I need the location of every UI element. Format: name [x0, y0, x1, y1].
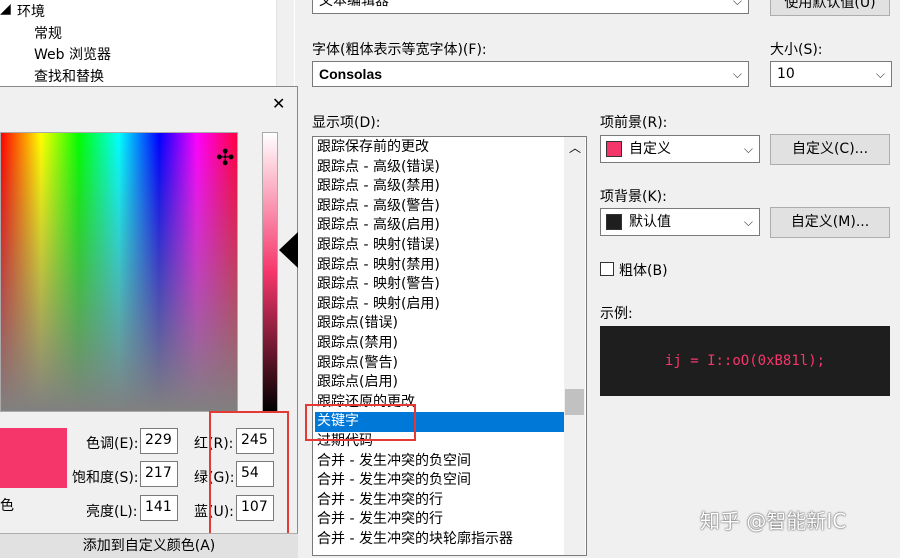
list-item[interactable]: 跟踪点 - 高级(警告) — [317, 197, 563, 217]
list-item[interactable]: 合并 - 发生冲突的行 — [317, 510, 563, 530]
chevron-down-icon: ⌵ — [875, 67, 885, 81]
add-custom-color-button[interactable]: 添加到自定义颜色(A) — [0, 533, 298, 558]
item-background-value: 默认值 — [629, 214, 671, 230]
color-preview-swatch — [0, 428, 67, 488]
saturation-label: 饱和度(S): — [72, 470, 139, 486]
luminance-slider-arrow-icon[interactable] — [279, 232, 298, 268]
tree-item-find-replace[interactable]: 查找和替换 — [34, 66, 104, 86]
list-item[interactable]: 跟踪点 - 映射(错误) — [317, 236, 563, 256]
background-custom-button[interactable]: 自定义(M)... — [770, 207, 890, 238]
scroll-up-icon[interactable]: ︿ — [569, 139, 581, 156]
tree-expander-icon[interactable]: ◢ — [0, 1, 11, 17]
list-item[interactable]: 合并 - 发生冲突的行 — [317, 491, 563, 511]
chevron-down-icon: ⌵ — [743, 142, 753, 156]
bold-checkbox[interactable] — [600, 262, 614, 276]
solid-color-label: 色 — [0, 498, 14, 514]
size-label: 大小(S): — [770, 42, 823, 58]
list-item[interactable]: 跟踪保存前的更改 — [317, 138, 563, 158]
scroll-thumb[interactable] — [565, 389, 584, 415]
list-item[interactable]: 合并 - 发生冲突的负空间 — [317, 452, 563, 472]
close-icon[interactable]: ✕ — [272, 94, 285, 113]
display-items-scrollbar[interactable]: ︿ — [564, 137, 585, 555]
foreground-custom-button[interactable]: 自定义(C)... — [770, 134, 890, 165]
item-background-label: 项背景(K): — [600, 189, 667, 205]
chevron-down-icon: ⌵ — [732, 67, 742, 81]
hue-input[interactable]: 229 — [140, 428, 178, 454]
list-item[interactable]: 跟踪点 - 高级(禁用) — [317, 177, 563, 197]
item-background-combo[interactable]: 默认值 ⌵ — [600, 208, 760, 236]
keyword-highlight-box — [305, 404, 416, 441]
font-label: 字体(粗体表示等宽字体)(F): — [312, 42, 487, 58]
tree-item-general[interactable]: 常规 — [34, 23, 62, 43]
color-spectrum[interactable] — [0, 132, 238, 412]
show-settings-for-combo[interactable]: 文本编辑器 ⌵ — [312, 0, 749, 14]
font-value: Consolas — [319, 66, 383, 82]
list-item[interactable]: 跟踪点 - 高级(错误) — [317, 158, 563, 178]
tree-item-web-browser[interactable]: Web 浏览器 — [34, 44, 111, 64]
saturation-input[interactable]: 217 — [140, 461, 178, 487]
list-item[interactable]: 跟踪点(错误) — [317, 314, 563, 334]
sample-label: 示例: — [600, 306, 633, 322]
show-settings-for-value: 文本编辑器 — [319, 0, 389, 9]
luminance-label: 亮度(L): — [86, 504, 138, 520]
chevron-down-icon: ⌵ — [743, 215, 753, 229]
list-item[interactable]: 合并 - 发生冲突的负空间 — [317, 471, 563, 491]
display-items-label: 显示项(D): — [312, 115, 381, 131]
luminance-bar[interactable] — [262, 132, 278, 412]
tree-item-environment[interactable]: 环境 — [17, 1, 45, 21]
list-item[interactable]: 跟踪点 - 映射(启用) — [317, 295, 563, 315]
crosshair-icon[interactable]: ✣ — [216, 148, 234, 170]
bold-label[interactable]: 粗体(B) — [619, 260, 668, 280]
foreground-color-swatch — [606, 141, 622, 157]
list-item[interactable]: 跟踪点(启用) — [317, 373, 563, 393]
sample-preview: ij = I::oO(0xB81l); — [600, 326, 890, 396]
luminance-input[interactable]: 141 — [140, 495, 178, 521]
list-item[interactable]: 跟踪点(禁用) — [317, 334, 563, 354]
tree-scrollbar[interactable] — [276, 0, 294, 88]
list-item[interactable]: 跟踪点 - 高级(启用) — [317, 216, 563, 236]
size-value: 10 — [777, 66, 795, 82]
font-combo[interactable]: Consolas ⌵ — [312, 61, 749, 87]
list-item[interactable]: 跟踪点(警告) — [317, 354, 563, 374]
size-combo[interactable]: 10 ⌵ — [770, 61, 892, 87]
options-tree[interactable]: ◢ 环境 常规 Web 浏览器 查找和替换 — [0, 0, 295, 88]
watermark: 知乎 @智能新IC — [700, 509, 847, 533]
item-foreground-value: 自定义 — [629, 141, 671, 157]
item-foreground-label: 项前景(R): — [600, 115, 668, 131]
use-defaults-button[interactable]: 使用默认值(U) — [770, 0, 890, 16]
list-item[interactable]: 合并 - 发生冲突的块轮廓指示器 — [317, 530, 563, 550]
rgb-highlight-box — [209, 411, 289, 537]
list-item[interactable]: 跟踪点 - 映射(警告) — [317, 275, 563, 295]
hue-label: 色调(E): — [86, 436, 139, 452]
item-foreground-combo[interactable]: 自定义 ⌵ — [600, 135, 760, 163]
list-item[interactable]: 跟踪点 - 映射(禁用) — [317, 256, 563, 276]
chevron-down-icon: ⌵ — [732, 0, 742, 8]
background-color-swatch — [606, 214, 622, 230]
display-items-list[interactable]: 跟踪保存前的更改 跟踪点 - 高级(错误) 跟踪点 - 高级(禁用) 跟踪点 - 高级… — [312, 136, 587, 556]
